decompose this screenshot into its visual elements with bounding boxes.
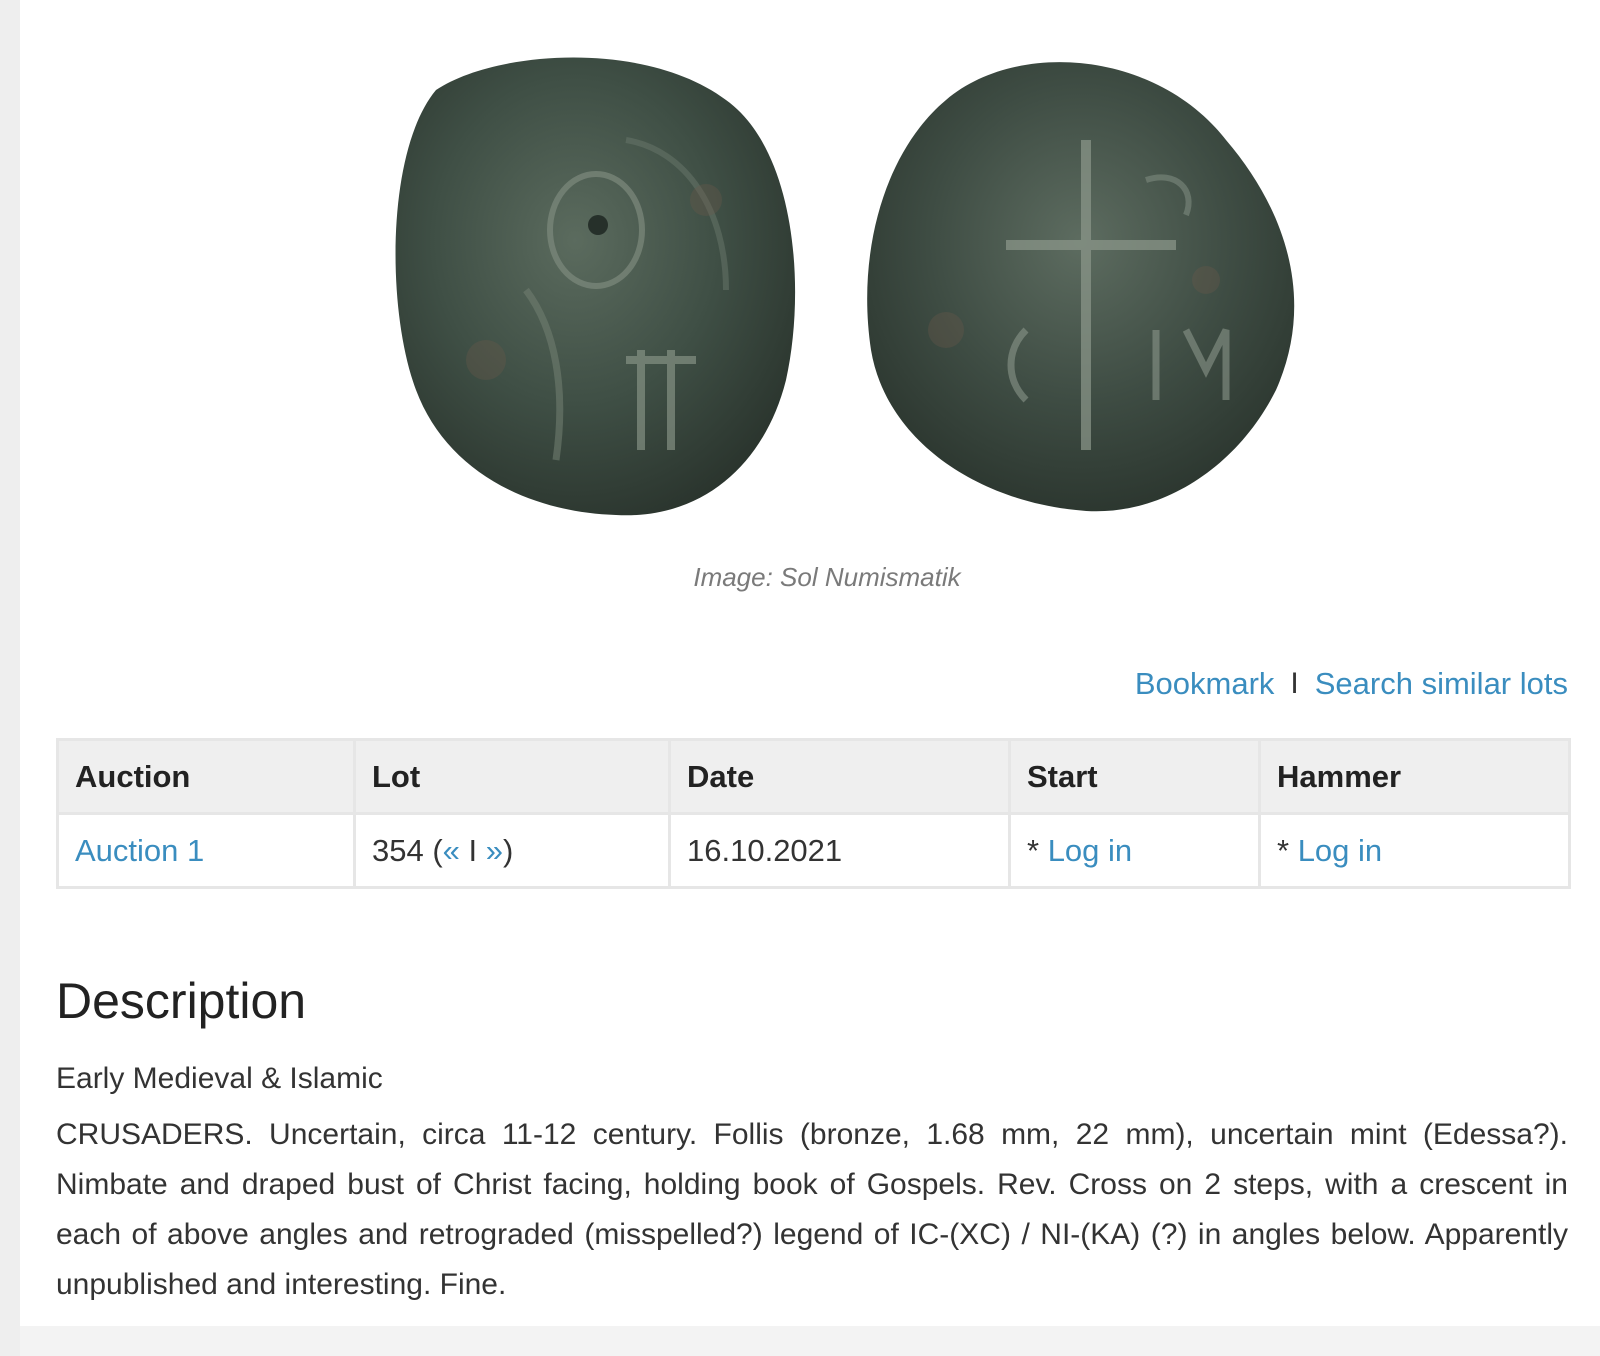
lot-actions: Bookmark I Search similar lots bbox=[1135, 666, 1568, 702]
table-row: Auction 1 354 (« I ») 16.10.2021 * Log i… bbox=[56, 812, 1571, 889]
header-hammer: Hammer bbox=[1258, 738, 1571, 815]
cell-auction: Auction 1 bbox=[56, 812, 356, 889]
description-text: CRUSADERS. Uncertain, circa 11-12 centur… bbox=[56, 1118, 1568, 1301]
description-heading: Description bbox=[56, 973, 307, 1029]
lot-table: Auction Lot Date Start Hammer Auction 1 … bbox=[56, 738, 1571, 889]
header-start: Start bbox=[1008, 738, 1261, 815]
hammer-login-link[interactable]: Log in bbox=[1298, 833, 1382, 868]
cell-lot: 354 (« I ») bbox=[353, 812, 671, 889]
next-lot-link[interactable]: » bbox=[486, 833, 503, 868]
lot-nav-open: ( bbox=[423, 832, 443, 868]
image-caption: Image: Sol Numismatik bbox=[693, 562, 961, 592]
prev-lot-link[interactable]: « bbox=[443, 833, 460, 868]
header-date: Date bbox=[668, 738, 1011, 815]
start-login-link[interactable]: Log in bbox=[1048, 833, 1132, 868]
header-lot: Lot bbox=[353, 738, 671, 815]
action-separator: I bbox=[1290, 667, 1299, 700]
header-auction: Auction bbox=[56, 738, 356, 815]
hammer-prefix: * bbox=[1277, 832, 1298, 868]
description-category: Early Medieval & Islamic bbox=[56, 1062, 383, 1095]
left-gutter bbox=[0, 0, 20, 1356]
bottom-bar bbox=[20, 1326, 1600, 1356]
coin-image[interactable] bbox=[326, 30, 1326, 540]
table-header-row: Auction Lot Date Start Hammer bbox=[56, 738, 1571, 815]
cell-date: 16.10.2021 bbox=[668, 812, 1011, 889]
coin-reverse-cross-icon bbox=[867, 62, 1295, 512]
coin-obverse-bust-icon bbox=[395, 57, 796, 516]
start-prefix: * bbox=[1027, 832, 1048, 868]
bookmark-link[interactable]: Bookmark bbox=[1135, 666, 1275, 702]
auction-link[interactable]: Auction 1 bbox=[75, 833, 204, 868]
lot-number: 354 bbox=[372, 832, 424, 868]
lot-nav-separator: I bbox=[459, 832, 486, 868]
cell-hammer: * Log in bbox=[1258, 812, 1571, 889]
search-similar-link[interactable]: Search similar lots bbox=[1315, 666, 1568, 702]
cell-start: * Log in bbox=[1008, 812, 1261, 889]
lot-nav-close: ) bbox=[503, 832, 514, 868]
